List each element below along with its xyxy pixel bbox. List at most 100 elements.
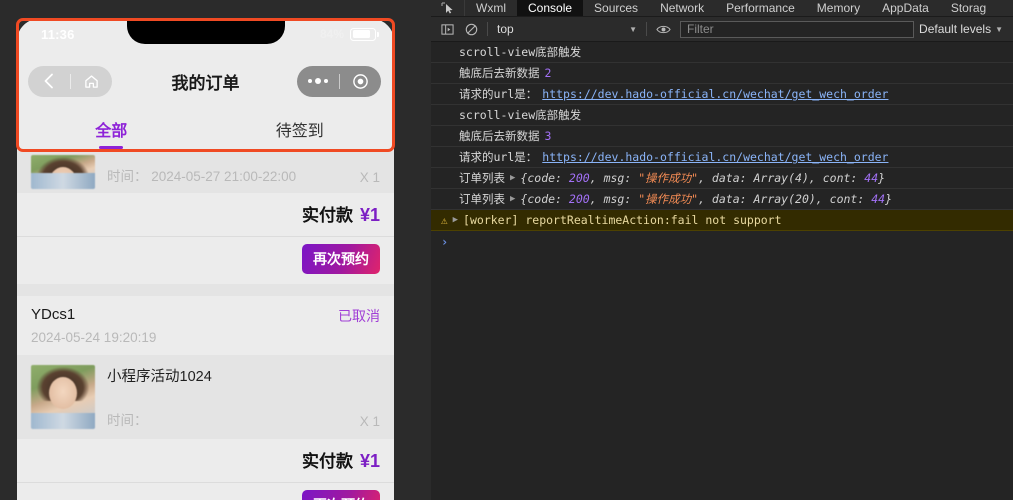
execution-context-value: top [497,22,514,36]
order-actions: 再次预约 [17,237,394,284]
home-icon [84,74,98,88]
console-log-text: 触底后去新数据 [459,66,540,80]
console-log-row[interactable]: 触底后去新数据 3 [431,126,1013,147]
order-total-value: ¥1 [359,451,380,471]
tab-appdata[interactable]: AppData [871,0,940,16]
console-output[interactable]: scroll-view底部触发 触底后去新数据 2 请求的url是： https… [431,42,1013,500]
status-bar: 11:36 84% [17,19,394,55]
tab-network[interactable]: Network [649,0,715,16]
tab-sources[interactable]: Sources [583,0,649,16]
order-list[interactable]: 时间： 2024-05-27 21:00-22:00 X 1 实付款 ¥1 再次… [17,151,394,500]
console-prompt[interactable]: › [431,231,1013,252]
more-button[interactable] [297,66,339,97]
tab-all-label: 全部 [95,123,128,140]
status-badge: 已取消 [338,308,380,324]
console-log-row[interactable]: scroll-view底部触发 [431,42,1013,63]
simulator-pane: 11:36 84% 我的订单 全部 待签到 时间： 2024-05-27 21:… [0,0,431,500]
order-total: 实付款 ¥1 [17,193,394,237]
expand-triangle-icon[interactable]: ▶ [510,173,515,183]
more-dots-icon [307,78,328,84]
inspect-cursor-icon[interactable] [431,0,465,16]
toolbar-divider [487,22,488,36]
order-total: 实付款 ¥1 [17,439,394,483]
console-warning-text: [worker] reportRealtimeAction:fail not s… [463,213,782,227]
expand-triangle-icon[interactable]: ▶ [510,194,515,204]
devtools-pane: Wxml Console Sources Network Performance… [431,0,1013,500]
tab-all[interactable]: 全部 [17,107,206,151]
console-log-link[interactable]: https://dev.hado-official.cn/wechat/get_… [542,150,888,164]
console-log-row[interactable]: 订单列表 ▶ {code: 200, msg: "操作成功", data: Ar… [431,168,1013,189]
order-date: 2024-05-24 19:20:19 [31,330,157,345]
order-card[interactable]: 时间： 2024-05-27 21:00-22:00 X 1 实付款 ¥1 再次… [17,151,394,284]
tab-performance[interactable]: Performance [715,0,806,16]
console-log-text: scroll-view底部触发 [459,108,582,122]
chevron-down-icon: ▼ [629,24,637,34]
clear-console-icon[interactable] [459,17,483,41]
prompt-chevron-icon: › [441,234,449,249]
filter-placeholder: Filter [687,22,714,36]
console-log-row[interactable]: scroll-view底部触发 [431,105,1013,126]
console-log-row[interactable]: 订单列表 ▶ {code: 200, msg: "操作成功", data: Ar… [431,189,1013,210]
order-actions: 再次预约 [17,483,394,500]
console-log-link[interactable]: https://dev.hado-official.cn/wechat/get_… [542,87,888,101]
console-log-object: {code: 200, msg: "操作成功", data: Array(20)… [520,192,893,206]
console-log-row[interactable]: 请求的url是： https://dev.hado-official.cn/we… [431,84,1013,105]
log-levels-label: Default levels [919,22,992,36]
tab-memory[interactable]: Memory [806,0,871,16]
console-log-row[interactable]: 请求的url是： https://dev.hado-official.cn/we… [431,147,1013,168]
battery-percent: 84% [319,27,344,41]
list-separator [17,284,394,296]
order-item-title: 小程序活动1024 [107,369,212,385]
status-time: 11:36 [41,27,75,42]
order-item-thumbnail [31,155,95,189]
order-tabs: 全部 待签到 [17,107,394,151]
battery-icon [350,27,379,41]
target-circle-icon [352,73,368,89]
filter-input[interactable]: Filter [680,20,915,38]
log-levels-select[interactable]: Default levels ▼ [919,22,1009,36]
nav-capsule-left[interactable] [28,65,113,97]
order-item-info: 小程序活动1024 时间： X 1 [107,365,380,429]
status-right: 84% [319,27,379,41]
warning-triangle-icon: ⚠ [441,213,448,227]
order-name: YDcs1 [31,306,76,323]
back-button[interactable] [28,66,70,97]
home-button[interactable] [71,66,113,97]
tab-wxml[interactable]: Wxml [465,0,517,16]
close-mini-program-button[interactable] [340,66,382,97]
order-item-thumbnail [31,365,95,429]
rebook-button[interactable]: 再次预约 [302,244,380,274]
order-total-label: 实付款 [301,452,353,471]
order-item-row: 小程序活动1024 时间： X 1 [17,355,394,439]
console-log-text: 请求的url是： [459,150,538,164]
order-item-time: 时间： [107,413,148,428]
order-item-row: 时间： 2024-05-27 21:00-22:00 X 1 [17,151,394,193]
chevron-left-icon [44,73,54,89]
order-item-info: 时间： 2024-05-27 21:00-22:00 X 1 [107,165,380,185]
order-total-label: 实付款 [301,206,353,225]
order-item-qty: X 1 [359,170,380,185]
order-card[interactable]: YDcs1 已取消 2024-05-24 19:20:19 小程序活动1024 … [17,296,394,500]
execution-context-select[interactable]: top ▼ [492,20,642,38]
live-expression-icon[interactable] [651,17,675,41]
console-log-value: 2 [544,66,552,80]
expand-triangle-icon[interactable]: ▶ [453,215,458,225]
console-log-object: {code: 200, msg: "操作成功", data: Array(4),… [520,171,886,185]
console-warning-row[interactable]: ⚠ ▶ [worker] reportRealtimeAction:fail n… [431,210,1013,231]
console-sidebar-icon[interactable] [435,17,459,41]
screenshot-root: 11:36 84% 我的订单 全部 待签到 时间： 2024-05-27 21:… [0,0,1013,500]
tab-storage[interactable]: Storag [940,0,997,16]
tab-pending-checkin[interactable]: 待签到 [206,107,395,151]
console-log-value: 3 [544,129,552,143]
tab-console[interactable]: Console [517,0,584,16]
console-log-row[interactable]: 触底后去新数据 2 [431,63,1013,84]
console-log-text: scroll-view底部触发 [459,45,582,59]
chevron-down-icon: ▼ [995,24,1003,34]
nav-bar: 我的订单 [17,55,394,107]
order-item-meta: 时间： 2024-05-27 21:00-22:00 X 1 [107,165,380,185]
order-item-qty: X 1 [359,414,380,429]
rebook-button[interactable]: 再次预约 [302,490,380,500]
nav-capsule-right[interactable] [297,65,382,97]
order-item-time: 时间： 2024-05-27 21:00-22:00 [107,169,297,184]
console-log-text: 请求的url是： [459,87,538,101]
